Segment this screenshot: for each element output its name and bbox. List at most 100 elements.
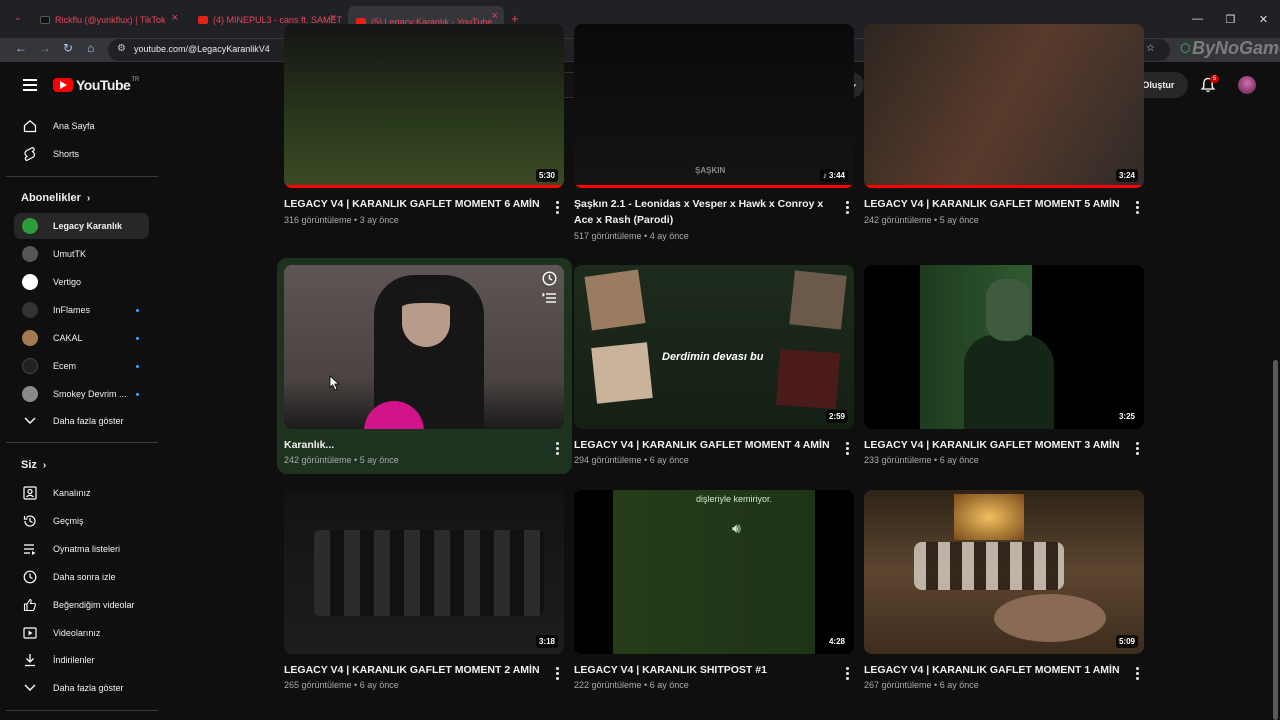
youtube-logo[interactable]: YouTube TR	[53, 77, 139, 93]
video-meta: 242 görüntüleme • 5 ay önce	[864, 215, 979, 225]
sidebar-show-more-you[interactable]: Daha fazla göster	[14, 675, 149, 701]
channel-avatar	[22, 274, 38, 290]
more-actions-icon[interactable]	[842, 667, 852, 682]
url-text[interactable]: youtube.com/@LegacyKaranlikV4	[134, 44, 270, 54]
thumbnail-photo	[591, 342, 653, 404]
channel-avatar	[22, 302, 38, 318]
video-title[interactable]: LEGACY V4 | KARANLIK SHITPOST #1	[574, 662, 832, 678]
video-thumbnail[interactable]: 5:09	[864, 490, 1144, 654]
page-scrollbar[interactable]	[1273, 106, 1278, 720]
sidebar-item-liked-videos[interactable]: Beğendiğim videolar	[14, 592, 149, 618]
thumbnail-overlay-text: Derdimin devası bu	[662, 351, 764, 363]
video-meta: 265 görüntüleme • 6 ay önce	[284, 680, 399, 690]
sidebar-item-downloads[interactable]: İndirilenler	[14, 647, 149, 673]
you-heading[interactable]: Siz ›	[21, 459, 46, 471]
more-actions-icon[interactable]	[552, 201, 562, 216]
home-icon	[22, 118, 38, 134]
thumbnail-group	[914, 542, 1064, 590]
thumbnail-photo	[584, 269, 646, 331]
close-window-icon[interactable]: ✕	[1247, 0, 1280, 38]
home-icon[interactable]: ⌂	[87, 41, 94, 55]
sidebar-item-your-videos[interactable]: Videolarınız	[14, 620, 149, 646]
sidebar-item-smokey-devrim[interactable]: Smokey Devrim ...	[14, 381, 149, 407]
menu-icon[interactable]	[23, 79, 37, 94]
thumbnail-overlay-text: dişleriyle kemiriyor.	[696, 494, 773, 504]
video-thumbnail[interactable]: ŞAŞKIN ♪ 3:44	[574, 24, 854, 188]
video-title[interactable]: LEGACY V4 | KARANLIK GAFLET MOMENT 4 AMİ…	[574, 437, 832, 453]
video-title[interactable]: Şaşkın 2.1 - Leonidas x Vesper x Hawk x …	[574, 196, 832, 228]
more-actions-icon[interactable]	[842, 442, 852, 457]
video-thumbnail[interactable]: dişleriyle kemiriyor. 🔊︎ 4:28	[574, 490, 854, 654]
history-icon	[22, 513, 38, 529]
close-tab-icon[interactable]: ×	[172, 12, 178, 24]
sidebar-item-legacy-karanlik[interactable]: Legacy Karanlık	[14, 213, 149, 239]
forward-icon[interactable]: →	[39, 41, 51, 55]
video-title[interactable]: LEGACY V4 | KARANLIK GAFLET MOMENT 3 AMİ…	[864, 437, 1122, 453]
more-actions-icon[interactable]	[842, 201, 852, 216]
hover-actions	[542, 271, 557, 305]
video-title[interactable]: LEGACY V4 | KARANLIK GAFLET MOMENT 5 AMİ…	[864, 196, 1122, 212]
video-thumbnail[interactable]: Derdimin devası bu 2:59	[574, 265, 854, 429]
watermark: ByNoGame	[1192, 38, 1280, 58]
reload-icon[interactable]: ↻	[63, 41, 73, 55]
chevron-down-icon	[22, 413, 38, 429]
video-title[interactable]: Karanlık...	[284, 437, 542, 453]
channel-avatar	[22, 330, 38, 346]
account-avatar[interactable]	[1238, 76, 1256, 94]
video-duration: 3:25	[1115, 410, 1138, 423]
close-tab-icon[interactable]: ×	[330, 12, 336, 24]
video-thumbnail[interactable]	[284, 265, 564, 429]
sidebar-item-home[interactable]: Ana Sayfa	[14, 113, 149, 139]
new-content-dot	[136, 393, 139, 396]
minimize-icon[interactable]: —	[1181, 0, 1214, 38]
sidebar-item-shorts[interactable]: Shorts	[14, 141, 149, 167]
sidebar-divider	[6, 176, 158, 177]
more-actions-icon[interactable]	[1132, 667, 1142, 682]
video-meta: 316 görüntüleme • 3 ay önce	[284, 215, 399, 225]
watch-later-clock-icon[interactable]	[542, 271, 557, 286]
video-duration: 5:09	[1115, 635, 1138, 648]
sidebar-item-ecem[interactable]: Ecem	[14, 353, 149, 379]
restore-icon[interactable]: ❐	[1214, 0, 1247, 38]
more-actions-icon[interactable]	[1132, 442, 1142, 457]
close-tab-icon[interactable]: ×	[492, 10, 498, 22]
thumbnail-photo	[776, 348, 840, 410]
extension-icon[interactable]: ⬡	[1180, 41, 1190, 55]
video-duration: 2:59	[825, 410, 848, 423]
sidebar-divider	[6, 442, 158, 443]
sidebar-show-more-subscriptions[interactable]: Daha fazla göster	[14, 408, 149, 434]
bookmark-star-icon[interactable]: ☆	[1146, 43, 1155, 54]
sidebar-item-playlists[interactable]: Oynatma listeleri	[14, 536, 149, 562]
video-thumbnail[interactable]: 3:24	[864, 24, 1144, 188]
sidebar-item-vertigo[interactable]: Vertigo	[14, 269, 149, 295]
video-duration: ♪ 3:44	[819, 169, 848, 182]
sidebar-item-history[interactable]: Geçmiş	[14, 508, 149, 534]
sidebar-divider	[6, 710, 158, 711]
site-info-icon[interactable]: ⚙	[117, 43, 126, 54]
video-title[interactable]: LEGACY V4 | KARANLIK GAFLET MOMENT 6 AMİ…	[284, 196, 542, 212]
video-thumbnail[interactable]: 3:25	[864, 265, 1144, 429]
more-actions-icon[interactable]	[552, 667, 562, 682]
subscriptions-heading[interactable]: Abonelikler ›	[21, 192, 90, 204]
back-icon[interactable]: ←	[15, 41, 27, 55]
like-icon	[22, 597, 38, 613]
more-actions-icon[interactable]	[1132, 201, 1142, 216]
video-meta: 517 görüntüleme • 4 ay önce	[574, 231, 689, 241]
window-controls: — ❐ ✕	[1181, 0, 1280, 38]
sidebar-item-your-channel[interactable]: Kanalınız	[14, 480, 149, 506]
browser-tab-tiktok[interactable]: Rickflu (@yunkflux) | TikTok ×	[32, 8, 184, 32]
chevron-right-icon: ›	[42, 459, 47, 471]
video-thumbnail[interactable]: 3:18	[284, 490, 564, 654]
scrollbar-thumb[interactable]	[1273, 360, 1278, 720]
sidebar-item-watch-later[interactable]: Daha sonra izle	[14, 564, 149, 590]
thumbnail-table	[994, 594, 1106, 642]
sidebar-item-umuttk[interactable]: UmutTK	[14, 241, 149, 267]
more-actions-icon[interactable]	[552, 442, 562, 457]
sidebar-item-cakal[interactable]: CAKAL	[14, 325, 149, 351]
add-to-queue-icon[interactable]	[542, 292, 557, 305]
sidebar-item-inflames[interactable]: InFlames	[14, 297, 149, 323]
tab-search-chevron-icon[interactable]: ⌄	[14, 12, 22, 23]
video-thumbnail[interactable]: 5:30	[284, 24, 564, 188]
video-title[interactable]: LEGACY V4 | KARANLIK GAFLET MOMENT 1 AMİ…	[864, 662, 1122, 678]
video-title[interactable]: LEGACY V4 | KARANLIK GAFLET MOMENT 2 AMİ…	[284, 662, 542, 678]
